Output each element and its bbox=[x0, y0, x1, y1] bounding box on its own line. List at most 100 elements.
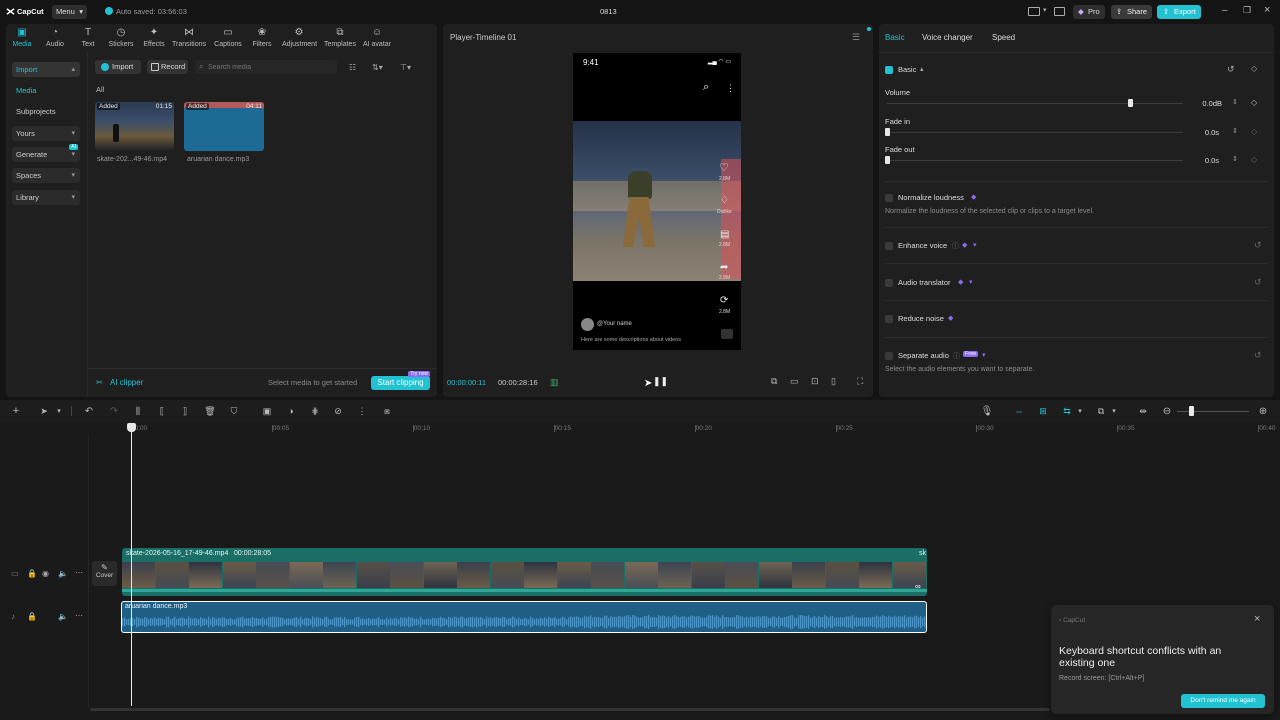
audio-split-icon[interactable]: ⋮ bbox=[356, 405, 368, 417]
chevron-down-icon[interactable]: ▾ bbox=[973, 241, 977, 249]
more-icon[interactable]: ⋯ bbox=[75, 568, 83, 577]
minimize-icon[interactable]: – bbox=[1222, 5, 1228, 16]
menu-button[interactable]: Menu ▾ bbox=[52, 5, 87, 19]
split-icon[interactable]: ⫼ bbox=[132, 405, 144, 417]
fade-in-knob[interactable] bbox=[885, 128, 890, 136]
media-thumbnail-audio[interactable]: Added 04:11 bbox=[184, 102, 264, 151]
reset-icon[interactable]: ↺ bbox=[1254, 277, 1262, 288]
media-thumbnail-video[interactable]: Added 01:15 bbox=[95, 102, 174, 151]
volume-slider-knob[interactable] bbox=[1127, 99, 1133, 107]
fade-out-knob[interactable] bbox=[885, 156, 890, 164]
info-icon[interactable]: ⓘ bbox=[953, 351, 960, 361]
keyframe-icon[interactable]: ◇ bbox=[1251, 127, 1257, 136]
reset-icon[interactable]: ↺ bbox=[1254, 350, 1262, 361]
timeline-grid-icon[interactable]: ▥ bbox=[550, 377, 559, 388]
playhead-line[interactable] bbox=[131, 429, 132, 706]
sidebar-item-yours[interactable]: Yours ▾ bbox=[12, 126, 80, 141]
basic-checkbox[interactable] bbox=[885, 66, 893, 74]
chevron-down-icon[interactable]: ▾ bbox=[1108, 405, 1120, 417]
fade-in-slider[interactable] bbox=[887, 132, 1183, 133]
keyframe-icon[interactable]: ◇ bbox=[1251, 64, 1257, 73]
reduce-noise-checkbox[interactable] bbox=[885, 315, 893, 323]
sidebar-item-media[interactable]: Media bbox=[12, 83, 80, 98]
sidebar-item-spaces[interactable]: Spaces ▾ bbox=[12, 168, 80, 183]
record-button[interactable]: Record bbox=[147, 60, 188, 74]
separate-audio-checkbox[interactable] bbox=[885, 352, 893, 360]
keyframe-icon[interactable]: ◇ bbox=[1251, 155, 1257, 164]
search-box[interactable]: ⌕ bbox=[195, 60, 337, 74]
chevron-down-icon[interactable]: ▾ bbox=[969, 278, 973, 286]
tab-transitions[interactable]: ⋈ Transitions bbox=[172, 27, 206, 48]
redo-icon[interactable]: ↷ bbox=[108, 405, 120, 417]
chevron-down-icon[interactable]: ▾ bbox=[53, 405, 65, 417]
caption-icon[interactable]: ▭ bbox=[790, 376, 799, 387]
tab-ai-avatar[interactable]: ☺ AI avatar bbox=[360, 27, 394, 48]
freeze-frame-icon[interactable]: ▣ bbox=[261, 405, 273, 417]
auto-snap-icon[interactable]: ⊞ bbox=[1037, 405, 1049, 417]
stepper-icon[interactable]: ⇕ bbox=[1232, 127, 1238, 135]
stepper-icon[interactable]: ⇕ bbox=[1232, 98, 1238, 106]
restore-icon[interactable]: ❐ bbox=[1243, 5, 1251, 16]
ratio-icon[interactable]: ▯ bbox=[831, 376, 836, 387]
fade-out-slider[interactable] bbox=[887, 160, 1183, 161]
layout-icon[interactable] bbox=[1028, 7, 1040, 16]
export-button[interactable]: ⇧ Export bbox=[1157, 5, 1201, 19]
tab-audio[interactable]: ◔ Audio bbox=[38, 27, 72, 48]
player-menu-icon[interactable]: ☰ bbox=[852, 32, 860, 43]
playhead-handle[interactable] bbox=[127, 423, 136, 432]
filter-icon[interactable]: ⊤▾ bbox=[400, 63, 411, 72]
fit-timeline-icon[interactable]: ⇹ bbox=[1137, 405, 1149, 417]
cover-button[interactable]: ✎ Cover bbox=[92, 561, 117, 586]
chevron-up-icon[interactable]: ▴ bbox=[920, 65, 924, 73]
view-grid-icon[interactable]: ☷ bbox=[349, 63, 356, 72]
sidebar-item-library[interactable]: Library ▾ bbox=[12, 190, 80, 205]
main-track-magnet-icon[interactable]: ⇔ bbox=[1013, 405, 1025, 417]
tab-filters[interactable]: ❀ Filters bbox=[245, 27, 279, 48]
search-input[interactable] bbox=[208, 61, 333, 73]
timeline-scrollbar[interactable] bbox=[90, 708, 1050, 711]
reset-icon[interactable]: ↺ bbox=[1254, 240, 1262, 251]
tab-effects[interactable]: ✦ Effects bbox=[137, 27, 171, 48]
zoom-preview-icon[interactable]: ⊡ bbox=[811, 376, 819, 387]
zoom-out-icon[interactable]: ⊖ bbox=[1161, 405, 1173, 417]
linkage-icon[interactable]: ⇆ bbox=[1061, 405, 1073, 417]
stepper-icon[interactable]: ⇕ bbox=[1232, 155, 1238, 163]
info-icon[interactable]: ⓘ bbox=[952, 241, 959, 251]
pro-button[interactable]: ◆ Pro bbox=[1073, 5, 1105, 19]
tab-voice-changer[interactable]: Voice changer bbox=[922, 33, 973, 42]
mask-icon[interactable]: ◑ bbox=[285, 405, 297, 417]
close-icon[interactable]: × bbox=[1254, 613, 1260, 625]
preview-axis-icon[interactable]: ⧉ bbox=[1095, 405, 1107, 417]
zoom-slider-knob[interactable] bbox=[1189, 406, 1194, 416]
tab-adjustment[interactable]: ⚙ Adjustment bbox=[282, 27, 317, 48]
audio-clip[interactable]: aruarian dance.mp3 bbox=[121, 601, 927, 633]
shortcuts-icon[interactable] bbox=[1054, 7, 1065, 16]
ai-clipper-label[interactable]: AI clipper bbox=[110, 378, 143, 387]
audio-translator-checkbox[interactable] bbox=[885, 279, 893, 287]
undo-icon[interactable]: ↶ bbox=[83, 405, 95, 417]
pause-icon[interactable]: ❚❚ bbox=[653, 376, 668, 387]
microphone-icon[interactable]: 🎙 bbox=[981, 405, 994, 417]
sort-icon[interactable]: ⇅▾ bbox=[372, 63, 383, 72]
volume-slider[interactable] bbox=[887, 103, 1183, 104]
tab-stickers[interactable]: ◷ Stickers bbox=[104, 27, 138, 48]
trim-left-icon[interactable]: ⟦ bbox=[156, 405, 168, 417]
sidebar-item-subprojects[interactable]: Subprojects bbox=[12, 104, 80, 119]
dont-remind-button[interactable]: Don't remind me again bbox=[1181, 694, 1265, 708]
normalize-checkbox[interactable] bbox=[885, 194, 893, 202]
volume-icon[interactable]: 🔈 bbox=[58, 569, 68, 578]
speed-icon[interactable]: ⋕ bbox=[309, 405, 321, 417]
tab-captions[interactable]: ▭ Captions bbox=[211, 27, 245, 48]
enhance-voice-checkbox[interactable] bbox=[885, 242, 893, 250]
add-track-icon[interactable]: + bbox=[10, 405, 22, 417]
tab-media[interactable]: ▣ Media bbox=[5, 27, 39, 48]
volume-value[interactable]: 0.0dB bbox=[1190, 99, 1222, 108]
more-icon[interactable]: ⋯ bbox=[75, 611, 83, 620]
zoom-slider[interactable] bbox=[1177, 411, 1249, 412]
chevron-down-icon[interactable]: ▾ bbox=[982, 351, 986, 359]
fade-in-value[interactable]: 0.0s bbox=[1190, 128, 1219, 137]
share-button[interactable]: ⇪ Share bbox=[1111, 5, 1152, 19]
tab-basic[interactable]: Basic bbox=[885, 33, 905, 42]
fullscreen-icon[interactable]: ⛶ bbox=[857, 376, 863, 387]
crop-icon[interactable]: ⧉ bbox=[771, 376, 777, 387]
